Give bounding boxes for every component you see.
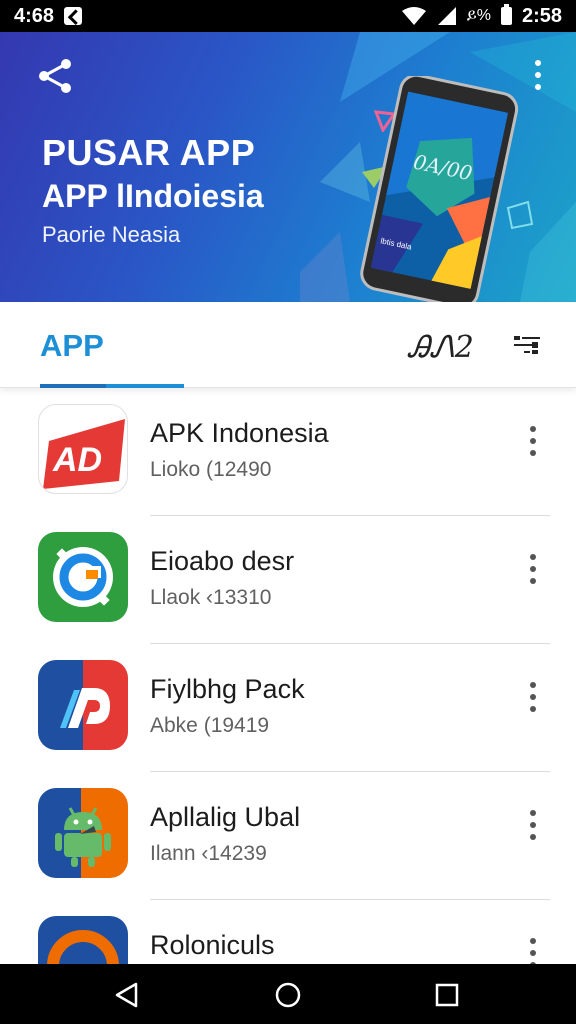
list-item[interactable]: Apllalig Ubal Ilann ‹14239 <box>0 772 576 900</box>
share-button[interactable] <box>34 54 78 98</box>
more-vert-icon[interactable] <box>526 682 540 712</box>
hero-tagline: Paorie Neasia <box>42 222 181 247</box>
signal-icon <box>437 7 456 25</box>
more-vert-icon[interactable] <box>526 810 540 840</box>
navigation-bar <box>0 964 576 1024</box>
notification-icon <box>64 7 83 25</box>
app-icon-fiylbhg-pack <box>38 660 128 750</box>
svg-text:AD: AD <box>52 441 102 479</box>
more-options-button[interactable] <box>528 60 548 90</box>
app-meta: Lioko (12490 <box>150 458 272 481</box>
nav-recents-icon[interactable] <box>432 980 462 1010</box>
app-title: APK Indonesia <box>150 418 329 448</box>
app-title: Eioabo desr <box>150 546 295 576</box>
status-bar: 4:68 ይ% 2:58 <box>0 0 576 32</box>
wifi-icon <box>401 7 426 25</box>
phone-illustration: 0A/00 lbtis dala <box>360 76 519 302</box>
status-time-left: 4:68 <box>14 4 55 27</box>
app-icon-eioabo <box>38 532 128 622</box>
app-icon-apllalig-ubal <box>38 788 128 878</box>
list-item[interactable]: Fiylbhg Pack Abke (19419 <box>0 644 576 772</box>
status-time-right: 2:58 <box>521 4 562 27</box>
share-icon <box>39 59 71 93</box>
more-vert-icon[interactable] <box>526 426 540 456</box>
app-icon-apk-indonesia: AD <box>38 404 128 494</box>
app-title: Roloniculs <box>150 930 275 960</box>
list-item[interactable]: Roloniculs <box>0 900 576 964</box>
tab-app[interactable]: APP <box>40 328 104 364</box>
battery-icon <box>500 4 512 25</box>
more-vert-icon <box>535 60 541 66</box>
hero-banner: PUSAR APP APP lIndoiesia Paorie Neasia 0… <box>0 32 576 302</box>
list-item[interactable]: Eioabo desr Llaok ‹13310 <box>0 516 576 644</box>
battery-percent: ይ% <box>466 7 491 24</box>
nav-home-icon[interactable] <box>273 980 303 1010</box>
app-icon-roloniculs <box>38 916 128 964</box>
app-meta: Abke (19419 <box>150 714 270 737</box>
more-vert-icon[interactable] <box>526 938 540 964</box>
app-title: Fiylbhg Pack <box>150 674 305 704</box>
app-meta: Ilann ‹14239 <box>150 842 267 865</box>
hero-subtitle: APP lIndoiesia <box>42 178 264 214</box>
nav-back-icon[interactable] <box>112 980 142 1010</box>
app-title: Apllalig Ubal <box>150 802 301 832</box>
list-item[interactable]: AD APK Indonesia Lioko (12490 <box>0 388 576 516</box>
tab-bar: APP ᎯᏁ2 <box>0 302 576 388</box>
hero-title: PUSAR APP <box>42 132 256 173</box>
app-list: AD APK Indonesia Lioko (12490 Eioabo des… <box>0 388 576 964</box>
filter-icon[interactable] <box>512 332 542 360</box>
tab-count-label[interactable]: ᎯᏁ2 <box>408 330 474 365</box>
more-vert-icon[interactable] <box>526 554 540 584</box>
app-meta: Llaok ‹13310 <box>150 586 272 609</box>
